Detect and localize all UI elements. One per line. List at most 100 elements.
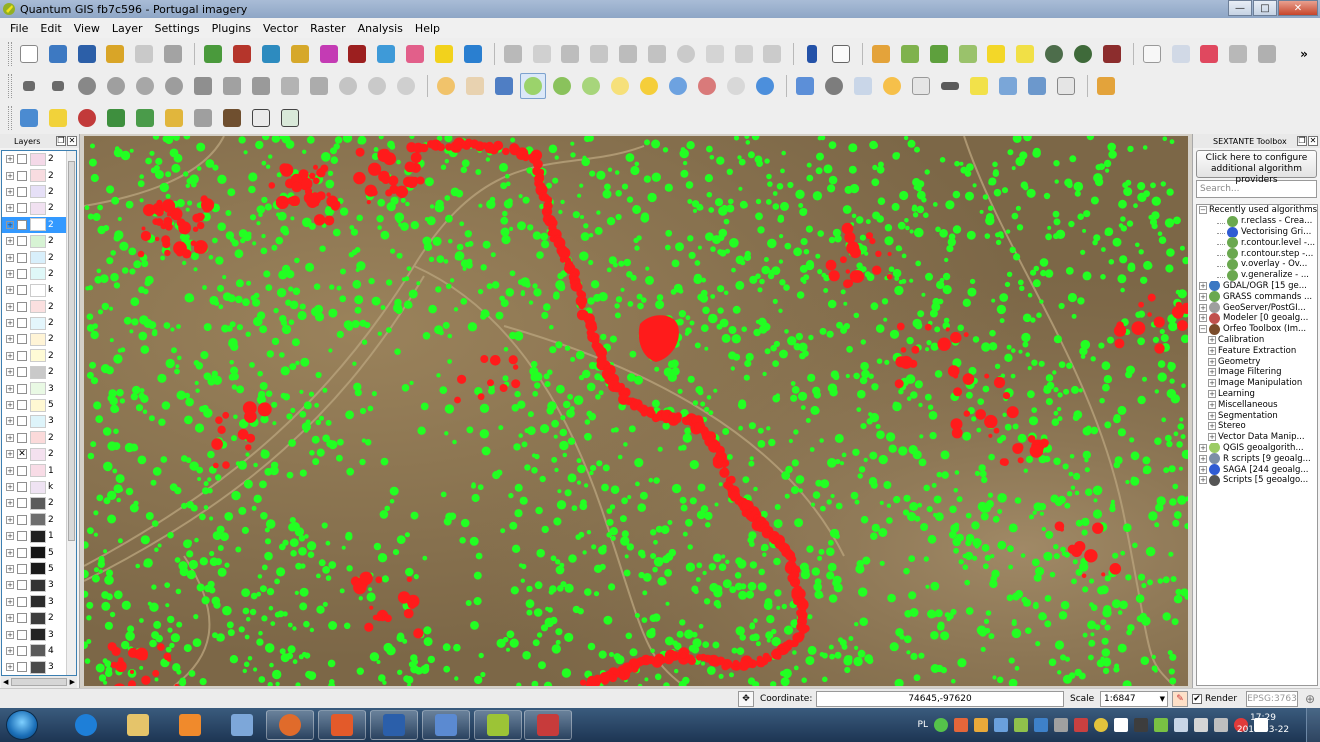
provider-group[interactable]: + Miscellaneous (1197, 399, 1317, 410)
tree-expand-icon[interactable]: + (1199, 476, 1207, 485)
layer-visibility-checkbox[interactable] (17, 580, 27, 591)
media-player-taskbar-icon[interactable] (166, 710, 214, 740)
save-project-icon[interactable] (74, 41, 100, 67)
provider-group[interactable]: + SAGA [244 geoalg... (1197, 464, 1317, 475)
tree-expand-icon[interactable]: + (1208, 335, 1216, 344)
layer-row[interactable]: +2 (2, 364, 76, 380)
tree-expand-icon[interactable]: + (1208, 411, 1216, 420)
start-button[interactable] (6, 710, 38, 740)
layer-visibility-checkbox[interactable] (17, 432, 27, 443)
raster-histogram-icon[interactable] (868, 41, 894, 67)
delete-selected-icon[interactable] (673, 41, 699, 67)
provider-group[interactable]: + GRASS commands ... (1197, 291, 1317, 303)
delete-ring-icon[interactable] (219, 73, 245, 99)
menu-view[interactable]: View (68, 22, 106, 35)
layer-row[interactable]: +2 (2, 184, 76, 200)
save-as-icon[interactable] (103, 41, 129, 67)
expand-icon[interactable]: + (6, 368, 14, 377)
tray-app-icon[interactable] (1034, 718, 1048, 732)
expand-icon[interactable]: + (6, 499, 14, 508)
expand-icon[interactable]: + (6, 417, 14, 426)
layer-visibility-checkbox[interactable] (17, 400, 27, 411)
tree-expand-icon[interactable]: − (1199, 325, 1207, 334)
simplify-feature-icon[interactable] (132, 73, 158, 99)
provider-group[interactable]: + GeoServer/PostGI... (1197, 302, 1317, 313)
scale-combobox[interactable]: 1:6847 ▼ (1100, 691, 1168, 707)
spell-check-icon[interactable] (1168, 41, 1194, 67)
zoom-last-icon[interactable] (694, 73, 720, 99)
provider-group[interactable]: + Modeler [0 geoalg... (1197, 312, 1317, 324)
add-oracle-layer-icon[interactable] (344, 41, 370, 67)
select-features-icon[interactable] (850, 73, 876, 99)
layer-visibility-checkbox[interactable] (17, 186, 27, 197)
expand-icon[interactable]: + (6, 548, 14, 557)
expand-icon[interactable]: + (6, 384, 14, 393)
tray-app-icon[interactable] (1154, 718, 1168, 732)
node-tool-icon[interactable] (644, 41, 670, 67)
expand-icon[interactable]: + (6, 630, 14, 639)
layer-row[interactable]: +2 (2, 430, 76, 446)
layer-visibility-checkbox[interactable] (17, 416, 27, 427)
menu-analysis[interactable]: Analysis (352, 22, 409, 35)
rotate-point-icon[interactable] (393, 73, 419, 99)
undo-icon[interactable] (16, 73, 42, 99)
close-button[interactable]: ✕ (1278, 0, 1318, 16)
tree-expand-icon[interactable]: + (1208, 389, 1216, 398)
expand-icon[interactable]: + (6, 597, 14, 606)
layer-row[interactable]: +3 (2, 626, 76, 642)
provider-group[interactable]: + GDAL/OGR [15 ge... (1197, 280, 1317, 292)
expand-icon[interactable]: + (6, 532, 14, 541)
layer-row[interactable]: +2 (2, 495, 76, 511)
show-bookmarks-icon[interactable] (1024, 73, 1050, 99)
expand-icon[interactable]: + (6, 155, 14, 164)
expand-icon[interactable]: + (6, 269, 14, 278)
raster-local-stretch-icon[interactable] (926, 41, 952, 67)
add-wcs-layer-icon[interactable] (402, 41, 428, 67)
decrease-brightness-icon[interactable] (1012, 41, 1038, 67)
rotate-feature-icon[interactable] (103, 73, 129, 99)
increase-brightness-icon[interactable] (983, 41, 1009, 67)
tree-expand-icon[interactable]: + (1199, 443, 1207, 452)
render-checkbox[interactable]: ✔ Render (1192, 691, 1237, 707)
increase-contrast-icon[interactable] (1041, 41, 1067, 67)
delete-part-icon[interactable] (248, 73, 274, 99)
add-ring-icon[interactable] (161, 73, 187, 99)
layer-visibility-checkbox[interactable]: ✕ (17, 449, 27, 460)
layer-row[interactable]: +1 (2, 528, 76, 544)
diagram-taskbar-icon[interactable] (524, 710, 572, 740)
maximize-button[interactable]: □ (1253, 0, 1277, 16)
layer-row[interactable]: +3 (2, 577, 76, 593)
raster-stretch-icon[interactable] (897, 41, 923, 67)
redo-icon[interactable] (45, 73, 71, 99)
layer-row[interactable]: +1 (2, 462, 76, 478)
show-desktop-button[interactable] (1306, 708, 1320, 742)
identify-icon[interactable] (792, 73, 818, 99)
run-feature-action-icon[interactable] (821, 73, 847, 99)
menu-raster[interactable]: Raster (304, 22, 351, 35)
layer-row[interactable]: +2 (2, 331, 76, 347)
layer-visibility-checkbox[interactable] (17, 596, 27, 607)
toolbar-grip[interactable] (8, 42, 12, 66)
expand-icon[interactable]: + (6, 237, 14, 246)
grass-open-mapset-icon[interactable] (161, 105, 187, 131)
provider-group[interactable]: + Vector Data Manip... (1197, 432, 1317, 443)
provider-group[interactable]: + Feature Extraction (1197, 345, 1317, 356)
tray-app-icon[interactable] (934, 718, 948, 732)
network-icon[interactable] (1174, 718, 1188, 732)
scroll-right-icon[interactable]: ▶ (70, 678, 75, 686)
expand-icon[interactable]: + (6, 401, 14, 410)
provider-group[interactable]: + Image Manipulation (1197, 378, 1317, 389)
heart-icon[interactable] (1197, 41, 1223, 67)
remove-layer-icon[interactable] (460, 41, 486, 67)
expand-icon[interactable]: + (6, 253, 14, 262)
measure-line-icon[interactable] (937, 73, 963, 99)
grass-new-mapset-icon[interactable] (132, 105, 158, 131)
close-panel-icon[interactable]: ✕ (1308, 136, 1318, 146)
tree-expand-icon[interactable]: + (1208, 357, 1216, 366)
toolbar-overflow-icon[interactable]: » (1291, 41, 1317, 67)
tree-expand-icon[interactable]: − (1199, 206, 1207, 215)
layer-row[interactable]: +3 (2, 594, 76, 610)
layer-row[interactable]: + ✕ 2 (2, 446, 76, 462)
layer-visibility-checkbox[interactable] (17, 318, 27, 329)
close-panel-icon[interactable]: ✕ (67, 136, 77, 146)
